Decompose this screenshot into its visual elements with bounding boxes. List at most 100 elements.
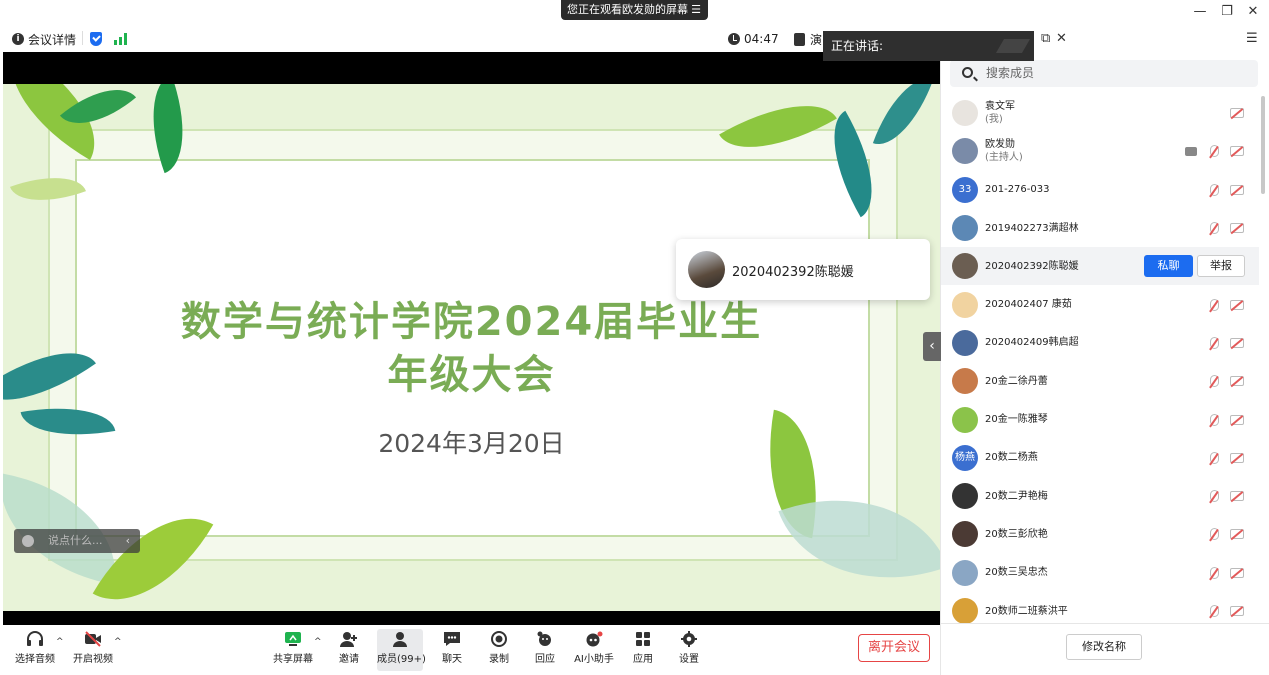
ai-assistant-button[interactable]: AI小助手 [572,629,616,671]
share-label: 共享屏幕 [273,654,313,665]
chevron-up-icon[interactable]: ^ [114,637,122,647]
mic-muted-icon[interactable] [1210,605,1219,617]
mic-muted-icon[interactable] [1210,222,1219,235]
member-row[interactable]: 20数三吴忠杰 [941,554,1259,592]
mic-muted-icon[interactable] [1210,566,1219,579]
apps-grid-icon [636,632,650,646]
record-button[interactable]: 录制 [484,629,514,671]
popout-icon[interactable]: ⧉ [1041,31,1050,46]
mic-muted-icon[interactable] [1210,413,1219,426]
members-panel: 搜索成员 袁文军 (我) 欧发勋 (主持人) 33 201-276-033 20194022… [940,52,1269,675]
gear-icon [681,631,697,647]
leave-meeting-button[interactable]: 离开会议 [858,634,930,662]
camera-off-icon[interactable] [1230,108,1244,119]
camera-off-icon[interactable] [1230,567,1244,578]
chevron-left-icon[interactable]: ‹ [126,529,130,553]
reaction-icon [537,631,551,646]
member-row[interactable]: 2019402273满超林 [941,209,1259,247]
member-row[interactable]: 袁文军 (我) [941,94,1259,132]
share-banner[interactable]: 您正在观看欧发勋的屏幕 ☰ [561,0,708,20]
member-name: 20数三彭欣艳 [985,528,1048,541]
rename-button[interactable]: 修改名称 [1066,634,1142,660]
record-label: 录制 [489,654,509,665]
signal-icon[interactable] [114,31,127,47]
slide-title-line2: 年级大会 [387,352,556,398]
scrollbar[interactable] [1261,96,1265,194]
member-name: 欧发勋 (主持人) [985,138,1023,164]
video-label: 开启视频 [73,654,113,665]
share-screen-button[interactable]: 共享屏幕 [270,629,316,671]
camera-off-icon[interactable] [1230,452,1244,463]
report-button[interactable]: 举报 [1197,255,1245,278]
member-row[interactable]: 杨燕 20数二杨燕 [941,439,1259,477]
member-name-text: 201-276-033 [985,184,1050,196]
reactions-button[interactable]: 回应 [530,629,560,671]
member-row[interactable]: 2020402409韩启超 [941,324,1259,362]
apps-button[interactable]: 应用 [628,629,658,671]
member-search-input[interactable]: 搜索成员 [950,60,1258,87]
title-bar: 您正在观看欧发勋的屏幕 ☰ — ❐ ✕ [0,0,1269,26]
panel-menu-icon[interactable]: ☰ [1246,31,1258,46]
collapse-panel-icon[interactable]: ‹ [923,332,941,361]
restore-icon[interactable]: ❐ [1217,2,1237,22]
mic-muted-icon[interactable] [1210,375,1219,388]
close-icon[interactable]: ✕ [1243,2,1263,22]
camera-off-icon[interactable] [1230,184,1244,195]
member-row[interactable]: 20数师二班蔡洪平 [941,592,1259,630]
menu-icon[interactable]: ☰ [691,0,701,20]
mic-muted-icon[interactable] [1210,451,1219,464]
shared-screen[interactable]: 数学与统计学院2024届毕业生 年级大会 2024年3月20日 [3,52,940,625]
chat-button[interactable]: 聊天 [437,629,467,671]
chevron-up-icon[interactable]: ^ [314,637,322,647]
member-name-text: 20金一陈雅琴 [985,414,1048,426]
camera-off-icon[interactable] [1230,529,1244,540]
member-row[interactable]: 33 201-276-033 [941,171,1259,209]
camera-off-icon[interactable] [1230,491,1244,502]
member-row[interactable]: 20数二尹艳梅 [941,477,1259,515]
panel-close-icon[interactable]: ✕ [1056,31,1067,46]
speaking-indicator: 正在讲话: [823,31,1034,61]
member-row[interactable]: 2020402407 康茹 [941,285,1259,323]
member-name-text: 20数师二班蔡洪平 [985,605,1068,617]
member-row[interactable]: 欧发勋 (主持人) [941,132,1259,170]
camera-off-icon[interactable] [1230,299,1244,310]
camera-off-icon[interactable] [1230,414,1244,425]
mic-muted-icon[interactable] [1210,298,1219,311]
avatar [952,100,978,127]
member-row[interactable]: 2020402392陈聪媛 私聊 举报 [941,247,1259,286]
camera-off-icon[interactable] [1230,376,1244,387]
members-button[interactable]: 成员(99+) [377,629,426,671]
mic-muted-icon[interactable] [1210,145,1219,158]
doc-button[interactable]: 演 [794,31,822,47]
mic-muted-icon[interactable] [1210,336,1219,349]
settings-button[interactable]: 设置 [674,629,704,671]
audio-button[interactable]: 选择音频 [12,629,58,671]
emoji-icon[interactable] [22,535,34,547]
avatar [952,253,978,280]
member-row[interactable]: 20金一陈雅琴 [941,400,1259,438]
camera-off-icon[interactable] [1230,606,1244,616]
member-name: 2019402273满超林 [985,222,1079,235]
member-row[interactable]: 20数三彭欣艳 [941,515,1259,553]
ai-robot-icon [586,631,603,647]
minimize-icon[interactable]: — [1190,2,1210,22]
invite-button[interactable]: 邀请 [332,629,366,671]
quick-chat-input[interactable]: 说点什么... ‹ [14,529,140,553]
avatar [952,406,978,433]
chevron-up-icon[interactable]: ^ [56,637,64,647]
record-icon [491,631,507,647]
mic-muted-icon[interactable] [1210,528,1219,541]
private-chat-button[interactable]: 私聊 [1144,255,1193,278]
camera-off-icon[interactable] [1230,223,1244,234]
member-name-text: 20数三彭欣艳 [985,528,1048,540]
member-row[interactable]: 20金二徐丹蕾 [941,362,1259,400]
avatar [952,521,978,548]
meeting-details-button[interactable]: i 会议详情 [12,31,76,47]
member-name-text: 20数二杨燕 [985,452,1038,464]
video-button[interactable]: 开启视频 [70,629,116,671]
mic-muted-icon[interactable] [1210,490,1219,503]
mic-muted-icon[interactable] [1210,183,1219,196]
camera-off-icon[interactable] [1230,337,1244,348]
camera-off-icon[interactable] [1230,146,1244,157]
security-icon[interactable] [90,31,102,47]
